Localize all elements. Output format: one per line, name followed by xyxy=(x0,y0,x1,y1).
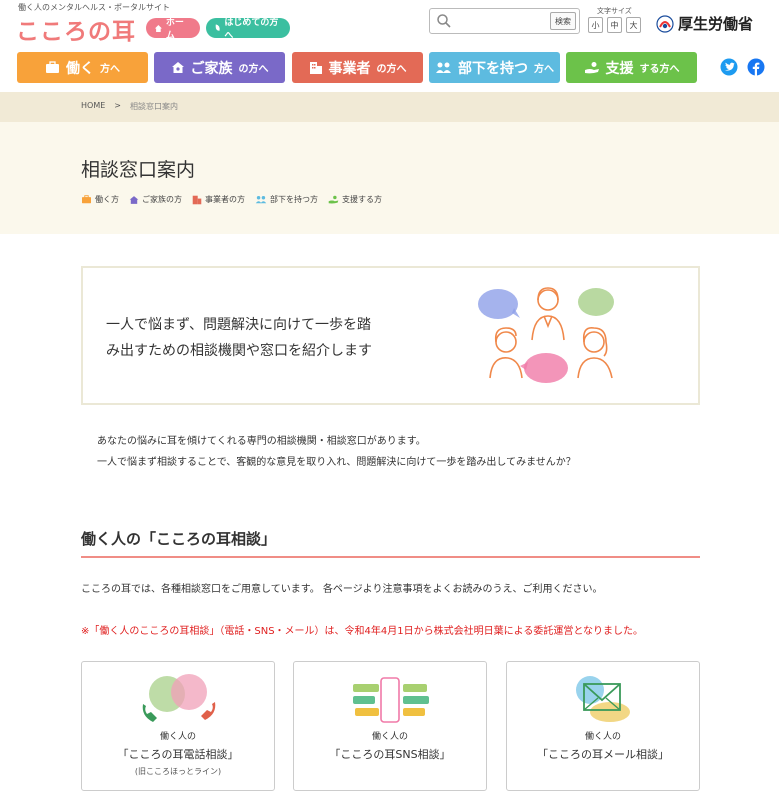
card-1-line-3: (旧こころほっとライン) xyxy=(134,767,222,776)
nav-work-label: 働く xyxy=(66,60,94,77)
nav-support-label: 支援 xyxy=(605,60,634,77)
smartphone-chat-icon xyxy=(353,677,429,723)
search-button[interactable]: 検索 xyxy=(550,12,576,30)
consultation-illustration xyxy=(478,287,614,383)
category-tags: 働く方 ご家族の方 事業者の方 部下を持つ方 支援する方 xyxy=(81,194,382,205)
people-icon xyxy=(436,62,451,73)
nav-family-suffix: の方へ xyxy=(238,64,269,75)
nav-family-button[interactable]: ご家族 の方へ xyxy=(154,52,285,83)
nav-manager-suffix: 方へ xyxy=(534,64,554,75)
nav-support-button[interactable]: 支援 する方へ xyxy=(566,52,697,83)
home-button[interactable]: ホーム xyxy=(146,18,200,41)
category-work-label: 働く方 xyxy=(95,195,119,204)
facebook-icon[interactable] xyxy=(747,58,765,76)
category-business-label: 事業者の方 xyxy=(205,195,245,204)
font-size-large-button[interactable]: 大 xyxy=(626,17,641,33)
people-icon xyxy=(255,196,267,204)
category-family: ご家族の方 xyxy=(129,194,182,205)
breadcrumb-current: 相談窓口案内 xyxy=(129,102,178,111)
nav-manager-label: 部下を持つ xyxy=(458,60,528,77)
section-divider xyxy=(81,556,700,558)
nav-work-button[interactable]: 働く 方へ xyxy=(17,52,148,83)
category-work: 働く方 xyxy=(81,194,119,205)
first-visit-button[interactable]: はじめての方へ xyxy=(206,18,290,41)
page-title: 相談窓口案内 xyxy=(81,159,196,181)
sns-consultation-card[interactable]: 働く人の 「こころの耳SNS相談」 xyxy=(293,661,487,791)
nav-support-suffix: する方へ xyxy=(639,64,680,75)
card-1-line-1: 働く人の xyxy=(159,732,196,742)
first-visit-label: はじめての方へ xyxy=(224,18,279,41)
phone-consultation-card[interactable]: 働く人の 「こころの耳電話相談」 (旧こころほっとライン) xyxy=(81,661,275,791)
building-icon xyxy=(309,61,322,74)
home-icon xyxy=(154,24,162,32)
intro-text: 一人で悩まず、問題解決に向けて一歩を踏 み出すための相談機関や窓口を紹介します xyxy=(106,312,406,364)
house-icon xyxy=(171,62,184,73)
mail-consultation-card[interactable]: 働く人の 「こころの耳メール相談」 xyxy=(506,661,700,791)
description-line-1: あなたの悩みに耳を傾けてくれる専門の相談機関・相談窓口があります。 xyxy=(97,436,426,447)
breadcrumb-bar: HOME > 相談窓口案内 xyxy=(0,92,779,122)
nav-manager-button[interactable]: 部下を持つ 方へ xyxy=(429,52,560,83)
breadcrumb: HOME > 相談窓口案内 xyxy=(81,101,178,112)
home-label: ホーム xyxy=(165,18,184,41)
nav-business-button[interactable]: 事業者 の方へ xyxy=(292,52,423,83)
search-icon xyxy=(437,14,451,28)
nav-business-label: 事業者 xyxy=(328,60,371,77)
ministry-logo[interactable]: 厚生労働省 xyxy=(656,13,753,34)
breadcrumb-home-link[interactable]: HOME xyxy=(81,101,105,112)
nav-family-label: ご家族 xyxy=(190,60,233,77)
category-support-label: 支援する方 xyxy=(342,195,382,204)
title-band: 相談窓口案内 働く方 ご家族の方 事業者の方 部下を持つ方 支援する方 xyxy=(0,122,779,234)
card-3-line-2: 「こころの耳メール相談」 xyxy=(537,748,669,761)
font-size-medium-button[interactable]: 中 xyxy=(607,17,622,33)
leaf-icon xyxy=(215,24,220,31)
site-logo[interactable]: こころの耳 xyxy=(16,12,136,46)
page-description: あなたの悩みに耳を傾けてくれる専門の相談機関・相談窓口があります。 一人で悩まず… xyxy=(97,431,576,473)
category-manager-label: 部下を持つ方 xyxy=(270,195,318,204)
ministry-name: 厚生労働省 xyxy=(678,15,754,33)
category-business: 事業者の方 xyxy=(192,194,245,205)
nav-work-suffix: 方へ xyxy=(100,64,120,75)
section-title: 働く人の「こころの耳相談」 xyxy=(81,530,277,548)
card-2-line-2: 「こころの耳SNS相談」 xyxy=(329,748,451,761)
twitter-icon[interactable] xyxy=(720,58,738,76)
category-support: 支援する方 xyxy=(328,194,382,205)
category-family-label: ご家族の方 xyxy=(142,195,182,204)
search-box[interactable]: 検索 xyxy=(429,8,580,34)
helping-hand-icon xyxy=(584,62,599,74)
nav-business-suffix: の方へ xyxy=(376,64,407,75)
helping-hand-icon xyxy=(328,195,339,204)
phone-icon xyxy=(142,674,216,722)
card-1-line-2: 「こころの耳電話相談」 xyxy=(117,748,239,761)
category-manager: 部下を持つ方 xyxy=(255,194,318,205)
ministry-emblem-icon xyxy=(656,14,674,33)
section-description: こころの耳では、各種相談窓口をご用意しています。 各ページより注意事項をよくお読… xyxy=(81,584,603,595)
card-2-line-1: 働く人の xyxy=(371,732,408,742)
font-size-label: 文字サイズ xyxy=(597,7,632,15)
briefcase-icon xyxy=(46,61,59,73)
briefcase-icon xyxy=(82,195,91,204)
envelope-icon xyxy=(576,676,630,722)
intro-line-1: 一人で悩まず、問題解決に向けて一歩を踏 xyxy=(106,317,372,333)
building-icon xyxy=(192,195,202,204)
house-icon xyxy=(129,195,139,204)
font-size-small-button[interactable]: 小 xyxy=(588,17,603,33)
site-header: 働く人のメンタルヘルス・ポータルサイト こころの耳 ホーム はじめての方へ 検索… xyxy=(0,0,779,92)
intro-line-2: み出すための相談機関や窓口を紹介します xyxy=(106,343,372,359)
breadcrumb-separator: > xyxy=(114,101,121,110)
description-line-2: 一人で悩まず相談することで、客観的な意見を取り入れ、問題解決に向けて一歩を踏み出… xyxy=(97,457,576,468)
intro-box: 一人で悩まず、問題解決に向けて一歩を踏 み出すための相談機関や窓口を紹介します xyxy=(81,266,700,405)
operation-notice: ※「働く人のこころの耳相談」（電話・SNS・メール）は、令和4年4月1日から株式… xyxy=(81,626,644,637)
card-3-line-1: 働く人の xyxy=(584,732,621,742)
